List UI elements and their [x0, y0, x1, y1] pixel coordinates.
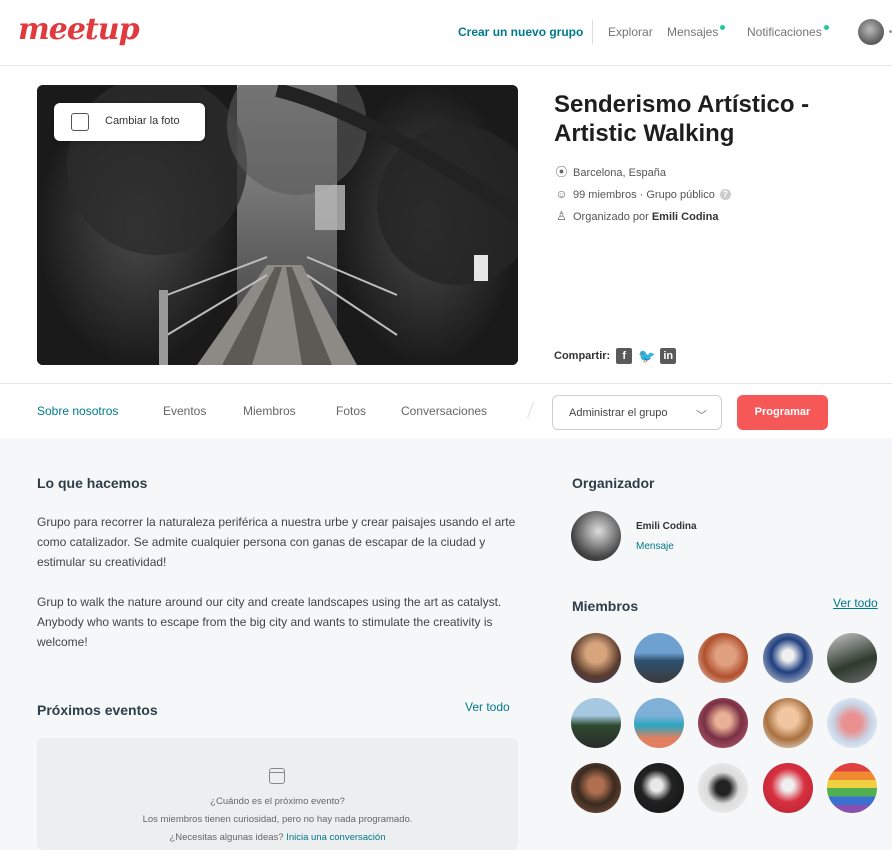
share-row: Compartir: f 🐦 in [554, 348, 677, 364]
member-avatar[interactable] [698, 763, 748, 813]
explore-link[interactable]: Explorar [608, 25, 653, 39]
tab-about[interactable]: Sobre nosotros [37, 404, 118, 418]
messages-link[interactable]: Mensajes [667, 25, 726, 39]
share-label: Compartir: [554, 350, 611, 362]
create-group-link[interactable]: Crear un nuevo grupo [458, 25, 583, 39]
messages-label: Mensajes [667, 25, 719, 39]
upcoming-events-heading: Próximos eventos [37, 702, 158, 718]
about-description-en: Grup to walk the nature around our city … [37, 595, 502, 649]
organizer-heading: Organizador [572, 475, 655, 491]
member-avatar[interactable] [634, 763, 684, 813]
member-avatar[interactable] [634, 633, 684, 683]
person-icon: ♙ [556, 209, 567, 223]
tab-photos[interactable]: Fotos [336, 404, 366, 418]
group-location: ⦿ Barcelona, España [555, 165, 666, 179]
main-content: Lo que hacemos Grupo para recorrer la na… [0, 438, 892, 850]
events-see-all-link[interactable]: Ver todo [465, 700, 510, 714]
about-heading: Lo que hacemos [37, 475, 148, 491]
about-description-es: Grupo para recorrer la naturaleza perifé… [37, 515, 516, 569]
tab-divider [527, 402, 534, 418]
manage-group-dropdown[interactable]: Administrar el grupo ﹀ [552, 395, 722, 430]
member-avatar[interactable] [763, 763, 813, 813]
member-avatar[interactable] [698, 698, 748, 748]
organizer-name[interactable]: Emili Codina [636, 521, 697, 532]
empty-events-text: Los miembros tienen curiosidad, pero no … [142, 814, 413, 825]
group-members-info: ☺ 99 miembros · Grupo público ? [555, 188, 731, 201]
linkedin-icon[interactable]: in [660, 348, 677, 364]
schedule-button[interactable]: Programar [737, 395, 828, 430]
member-avatar[interactable] [571, 763, 621, 813]
empty-events-question: ¿Cuándo es el próximo evento? [210, 796, 345, 807]
message-organizer-link[interactable]: Mensaje [636, 541, 674, 552]
group-tabs: Sobre nosotros Eventos Miembros Fotos Co… [0, 383, 892, 438]
manage-group-label: Administrar el grupo [569, 407, 668, 419]
tab-members[interactable]: Miembros [243, 404, 296, 418]
notifications-link[interactable]: Notificaciones [747, 25, 829, 39]
member-avatar[interactable] [763, 633, 813, 683]
change-photo-label: Cambiar la foto [105, 115, 180, 127]
people-icon: ☺ [555, 187, 568, 201]
member-avatar[interactable] [827, 763, 877, 813]
ideas-question: ¿Necesitas algunas ideas? [169, 832, 284, 843]
notifications-label: Notificaciones [747, 25, 822, 39]
member-avatar[interactable] [763, 698, 813, 748]
help-icon[interactable]: ? [719, 189, 731, 200]
member-avatar[interactable] [571, 698, 621, 748]
organized-by-label: Organizado por [573, 210, 649, 223]
location-pin-icon: ⦿ [555, 165, 568, 179]
nav-divider [592, 20, 593, 44]
facebook-icon[interactable]: f [616, 348, 633, 364]
members-heading: Miembros [572, 598, 639, 614]
member-avatar[interactable] [827, 633, 877, 683]
image-icon [71, 113, 89, 131]
organizer-avatar[interactable] [571, 511, 621, 561]
tab-events[interactable]: Eventos [163, 404, 206, 418]
messages-indicator [720, 25, 726, 30]
top-navbar: meetup Crear un nuevo grupo Explorar Men… [0, 0, 892, 66]
members-text[interactable]: 99 miembros · Grupo público [573, 189, 715, 201]
change-photo-button[interactable]: Cambiar la foto [54, 103, 205, 141]
twitter-icon[interactable]: 🐦 [638, 348, 655, 364]
notifications-indicator [823, 25, 829, 30]
tab-discussions[interactable]: Conversaciones [401, 404, 487, 418]
group-organizer: ♙ Organizado por Emili Codina [555, 210, 718, 223]
calendar-icon [269, 768, 285, 784]
member-avatar[interactable] [698, 633, 748, 683]
user-avatar[interactable] [858, 19, 884, 45]
start-discussion-link[interactable]: Inicia una conversación [286, 832, 385, 843]
empty-events-box: ¿Cuándo es el próximo evento? Los miembr… [37, 738, 518, 850]
members-see-all-link[interactable]: Ver todo [833, 596, 878, 610]
chevron-down-icon: ﹀ [696, 410, 707, 422]
empty-events-hint: ¿Necesitas algunas ideas? Inicia una con… [37, 832, 518, 843]
organizer-link[interactable]: Emili Codina [652, 211, 719, 223]
group-title: Senderismo Artístico - Artistic Walking [554, 91, 810, 147]
meetup-logo[interactable]: meetup [18, 12, 140, 47]
member-avatar[interactable] [827, 698, 877, 748]
location-text: Barcelona, España [573, 166, 666, 179]
member-avatar[interactable] [634, 698, 684, 748]
member-avatar[interactable] [571, 633, 621, 683]
